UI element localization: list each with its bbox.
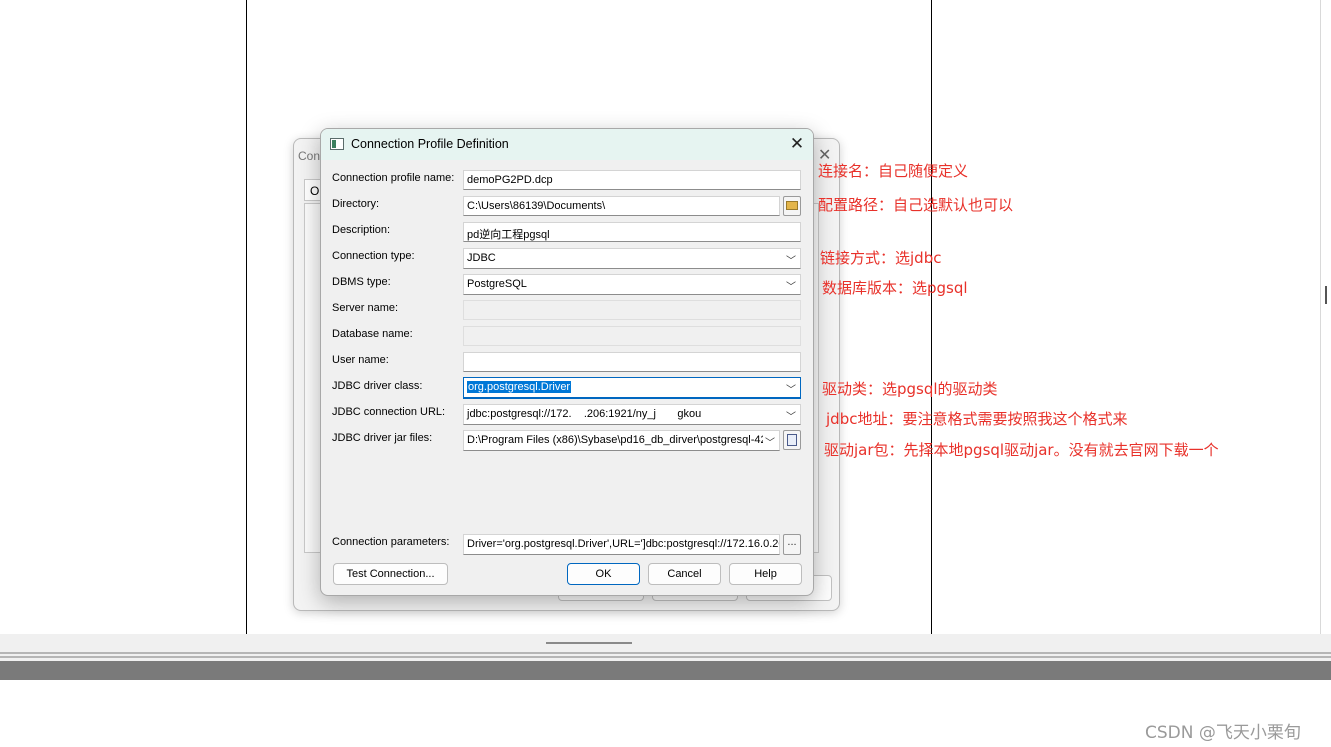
dbms-type-select[interactable]: PostgreSQL ﹀ (463, 274, 801, 295)
description-value: pd逆向工程pgsql (467, 229, 550, 241)
chevron-down-icon: ﹀ (786, 256, 796, 267)
jdbc-url-value-part1: jdbc:postgresql://172. (467, 408, 572, 420)
connection-profile-dialog: Connection Profile Definition ✕ Connecti… (320, 128, 814, 596)
file-browse-icon (787, 434, 797, 446)
jdbc-driver-jar-label: JDBC driver jar files: (332, 432, 433, 444)
redacted-mask (572, 408, 584, 420)
connection-type-value: JDBC (467, 252, 496, 264)
profile-name-label: Connection profile name: (332, 172, 455, 184)
cancel-button[interactable]: Cancel (648, 563, 721, 585)
folder-icon (786, 201, 798, 210)
directory-value: C:\Users\86139\Documents\ (467, 200, 606, 212)
close-icon[interactable]: ✕ (783, 131, 811, 157)
canvas-edge (1320, 0, 1321, 634)
annotation-dbms-type: 数据库版本：选pgsql (822, 279, 968, 297)
user-name-label: User name: (332, 354, 389, 366)
connection-parameters-label: Connection parameters: (332, 536, 450, 548)
jdbc-connection-url-label: JDBC connection URL: (332, 406, 446, 418)
database-name-label: Database name: (332, 328, 413, 340)
chevron-down-icon: ﹀ (786, 282, 796, 293)
resize-handle-right[interactable] (1325, 286, 1327, 304)
jdbc-url-value-part2: .206:1921/ny_j (583, 408, 656, 420)
annotation-jdbc-url: jdbc地址：要注意格式需要按照我这个格式来 (826, 410, 1128, 428)
divider (0, 652, 1331, 654)
profile-name-value: demoPG2PD.dcp (467, 174, 553, 186)
edit-parameters-button[interactable]: ... (783, 534, 801, 555)
canvas-right-border (931, 0, 932, 634)
jdbc-connection-url-select[interactable]: jdbc:postgresql://172. .206:1921/ny_j gk… (463, 404, 801, 425)
dialog-title: Connection Profile Definition (351, 137, 509, 151)
user-name-input[interactable] (463, 352, 801, 372)
jdbc-url-value-part3: gkou (677, 408, 702, 420)
chevron-down-icon: ﹀ (786, 412, 796, 423)
database-name-input (463, 326, 801, 346)
connection-parameters-input[interactable]: Driver='org.postgresql.Driver',URL=']dbc… (463, 534, 780, 555)
jdbc-driver-class-value: org.postgresql.Driver (467, 381, 572, 393)
connection-type-select[interactable]: JDBC ﹀ (463, 248, 801, 269)
status-bar (0, 661, 1331, 680)
jdbc-driver-class-label: JDBC driver class: (332, 380, 423, 392)
canvas-left-border (246, 0, 247, 634)
ok-button[interactable]: OK (567, 563, 640, 585)
test-connection-button[interactable]: Test Connection... (333, 563, 448, 585)
watermark: CSDN @飞天小栗旬 (1145, 723, 1301, 743)
browse-jar-button[interactable] (783, 430, 801, 450)
jdbc-driver-class-select[interactable]: org.postgresql.Driver ﹀ (463, 377, 801, 399)
annotation-profile-name: 连接名：自己随便定义 (818, 162, 969, 180)
splitter-grip[interactable] (546, 642, 632, 644)
server-name-label: Server name: (332, 302, 399, 314)
dialog-titlebar[interactable]: Connection Profile Definition ✕ (321, 129, 813, 160)
chevron-down-icon: ﹀ (786, 385, 796, 396)
redacted-mask (656, 408, 677, 420)
jdbc-driver-jar-select[interactable]: D:\Program Files (x86)\Sybase\pd16_db_di… (463, 430, 780, 451)
dbms-type-label: DBMS type: (332, 276, 391, 288)
connection-type-label: Connection type: (332, 250, 415, 262)
browse-directory-button[interactable] (783, 196, 801, 216)
directory-input[interactable]: C:\Users\86139\Documents\ (463, 196, 780, 216)
app-window-icon (330, 138, 344, 150)
help-button[interactable]: Help (729, 563, 802, 585)
chevron-down-icon: ﹀ (763, 434, 775, 449)
profile-name-input[interactable]: demoPG2PD.dcp (463, 170, 801, 190)
description-input[interactable]: pd逆向工程pgsql (463, 222, 801, 242)
annotation-directory: 配置路径：自己选默认也可以 (818, 196, 1014, 214)
background-dialog-title: Con (298, 149, 321, 163)
annotation-driver-class: 驱动类：选pgsql的驱动类 (822, 380, 998, 398)
divider (0, 656, 1331, 658)
directory-label: Directory: (332, 198, 380, 210)
dbms-type-value: PostgreSQL (467, 278, 527, 290)
jdbc-driver-jar-value: D:\Program Files (x86)\Sybase\pd16_db_di… (467, 434, 770, 446)
connection-parameters-value: Driver='org.postgresql.Driver',URL=']dbc… (467, 538, 780, 550)
server-name-input (463, 300, 801, 320)
annotation-connection-type: 链接方式：选jdbc (820, 249, 942, 267)
annotation-driver-jar: 驱动jar包：先择本地pgsql驱动jar。没有就去官网下载一个 (824, 441, 1219, 459)
description-label: Description: (332, 224, 391, 236)
